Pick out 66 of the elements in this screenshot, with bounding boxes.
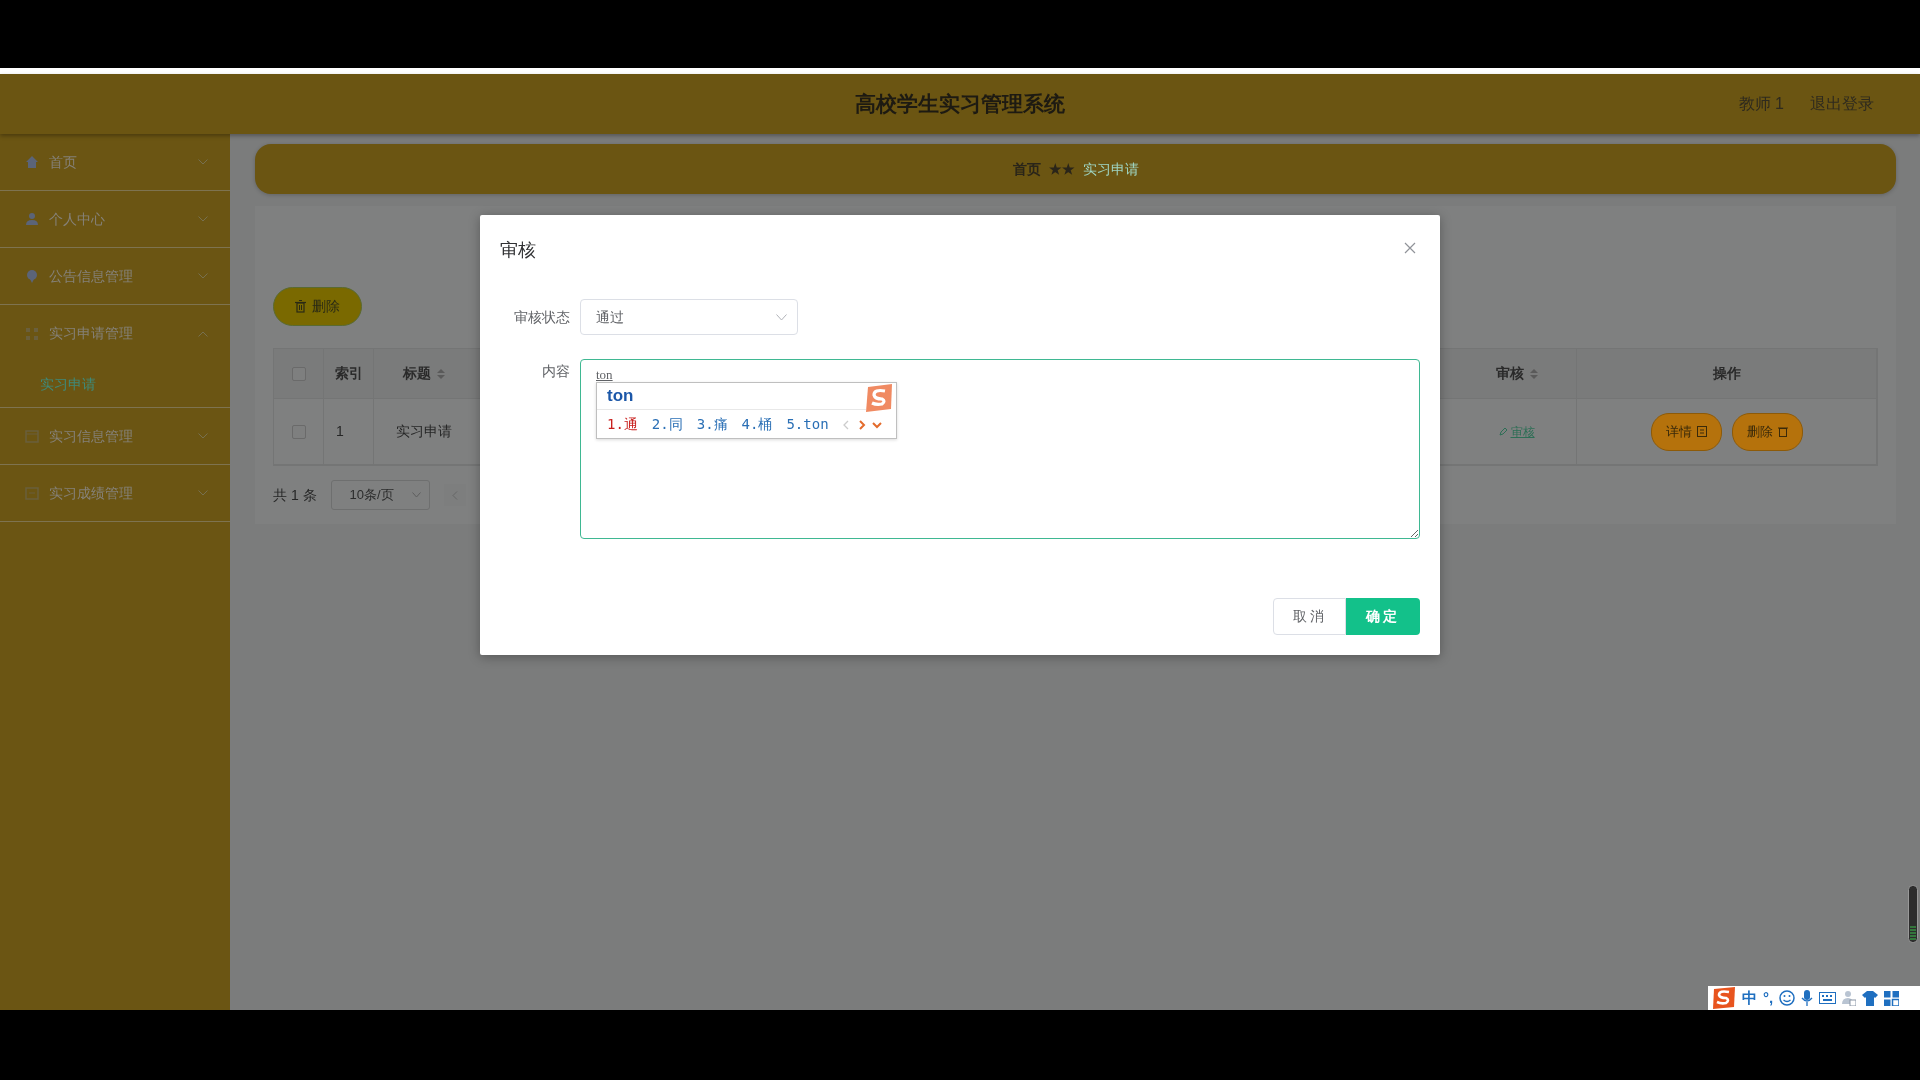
ime-candidate[interactable]: 3.痛 bbox=[696, 414, 728, 435]
punctuation-mode[interactable]: °, bbox=[1763, 986, 1774, 1010]
table-cell-text: 1 bbox=[336, 422, 344, 441]
sidebar-item[interactable]: 实习成绩管理 bbox=[0, 465, 230, 522]
ime-candidate[interactable]: 1.通 bbox=[607, 414, 638, 435]
level-meter-drawing bbox=[1908, 885, 1918, 943]
grid-icon bbox=[25, 326, 39, 341]
ime-mode[interactable]: 中 bbox=[1742, 986, 1757, 1010]
column-header: 操作 bbox=[1712, 364, 1741, 383]
details-button[interactable]: 详情 bbox=[1650, 412, 1722, 451]
trash-icon bbox=[1777, 426, 1788, 437]
cancel-button[interactable]: 取消 bbox=[1273, 598, 1346, 635]
delete-button[interactable]: 删除 bbox=[273, 287, 362, 326]
ime-candidate[interactable]: 2.同 bbox=[651, 414, 683, 435]
total-count: 共 1 条 bbox=[273, 485, 317, 505]
menu-label: 实习信息管理 bbox=[49, 426, 133, 446]
menu-label: 实习成绩管理 bbox=[49, 483, 133, 503]
sort-icon bbox=[437, 368, 445, 379]
sidebar-item[interactable]: 公告信息管理 bbox=[0, 248, 230, 305]
menu-label: 首页 bbox=[49, 152, 77, 172]
logout-link[interactable]: 退出登录 bbox=[1810, 92, 1874, 116]
confirm-button[interactable]: 确定 bbox=[1346, 598, 1420, 635]
sidebar-item[interactable]: 个人中心 bbox=[0, 191, 230, 248]
delete-button[interactable]: 删除 bbox=[1731, 412, 1803, 451]
calendar-icon bbox=[25, 429, 39, 443]
document-icon bbox=[1696, 426, 1707, 437]
sidebar-item[interactable]: 首页 bbox=[0, 134, 230, 191]
menu-label: 公告信息管理 bbox=[49, 266, 133, 286]
app-title: 高校学生实习管理系统 bbox=[855, 91, 1065, 118]
dialog-title: 审核 bbox=[500, 238, 536, 262]
edit-icon bbox=[1498, 427, 1508, 436]
calendar-icon bbox=[25, 486, 39, 500]
breadcrumb-link[interactable]: 首页 bbox=[1012, 158, 1041, 180]
ime-candidate[interactable]: 5.ton bbox=[786, 414, 829, 435]
chevron-down-icon bbox=[776, 313, 787, 321]
chevron-down-icon bbox=[411, 492, 421, 498]
column-header: 审核 bbox=[1495, 364, 1524, 383]
table-cell-text: 实习申请 bbox=[396, 422, 452, 441]
ime-candidate[interactable]: 4.桶 bbox=[741, 414, 773, 435]
ime-composition: ton bbox=[597, 383, 866, 410]
status-select[interactable]: 通过 bbox=[580, 299, 798, 335]
sidebar-item[interactable]: 实习申请管理 bbox=[0, 305, 230, 362]
pin-icon bbox=[25, 269, 39, 283]
shirt-icon bbox=[1862, 990, 1879, 1006]
smiley-icon bbox=[1779, 990, 1796, 1006]
column-header-cell[interactable]: 审核 bbox=[1457, 349, 1577, 398]
home-icon bbox=[25, 155, 39, 169]
breadcrumb-separator: ★★ bbox=[1048, 159, 1075, 179]
field-label: 审核状态 bbox=[513, 308, 570, 327]
person-icon bbox=[1842, 990, 1857, 1006]
microphone-icon bbox=[1801, 990, 1814, 1006]
trash-icon bbox=[295, 300, 306, 313]
column-header-cell[interactable]: 标题 bbox=[374, 349, 474, 398]
user-icon bbox=[25, 212, 39, 226]
breadcrumb-link[interactable]: 实习申请 bbox=[1082, 158, 1139, 180]
sort-icon bbox=[1529, 368, 1538, 379]
column-header: 标题 bbox=[403, 364, 431, 383]
sidebar-item[interactable]: 实习信息管理 bbox=[0, 408, 230, 465]
grid-icon bbox=[1884, 990, 1900, 1006]
keyboard-icon bbox=[1819, 992, 1837, 1004]
field-label: 内容 bbox=[541, 362, 570, 381]
menu-label: 个人中心 bbox=[49, 209, 105, 229]
column-header: 索引 bbox=[334, 364, 363, 383]
user-name: 教师 1 bbox=[1738, 94, 1784, 114]
menu-label: 实习申请管理 bbox=[49, 324, 133, 343]
page-size-select[interactable]: 10条/页 bbox=[330, 480, 430, 510]
